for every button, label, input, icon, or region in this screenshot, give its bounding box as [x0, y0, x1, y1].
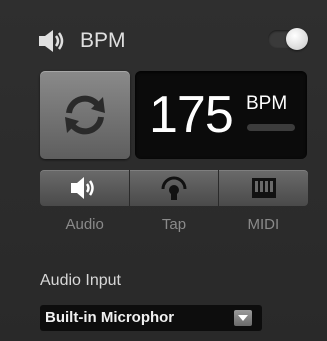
tap-mode-label: Tap [161, 216, 187, 233]
audio-mode-label: Audio [65, 216, 104, 233]
audio-input-label: Audio Input [40, 272, 121, 289]
bpm-display: 175 BPM [135, 71, 307, 159]
mode-selector [40, 170, 309, 206]
audio-mode-button[interactable] [40, 170, 130, 206]
bpm-level-bar [247, 124, 295, 131]
bpm-toggle[interactable] [268, 28, 308, 50]
tap-mode-button[interactable] [129, 170, 220, 206]
panel-title: BPM [80, 29, 126, 52]
chevron-down-icon[interactable] [234, 310, 252, 326]
sync-button[interactable] [40, 71, 130, 159]
bpm-panel: BPM 175 BPM Audio Tap MIDI Audio Input B… [0, 0, 327, 341]
bpm-value: 175 [149, 86, 234, 144]
midi-mode-button[interactable] [219, 170, 309, 206]
bpm-unit: BPM [246, 93, 288, 114]
speaker-icon [38, 28, 72, 54]
midi-mode-label: MIDI [247, 216, 280, 233]
audio-input-select[interactable]: Built-in Microphor [40, 305, 262, 331]
audio-input-value: Built-in Microphor [45, 309, 175, 326]
mode-labels: Audio Tap MIDI [40, 216, 308, 233]
toggle-knob[interactable] [286, 28, 308, 50]
